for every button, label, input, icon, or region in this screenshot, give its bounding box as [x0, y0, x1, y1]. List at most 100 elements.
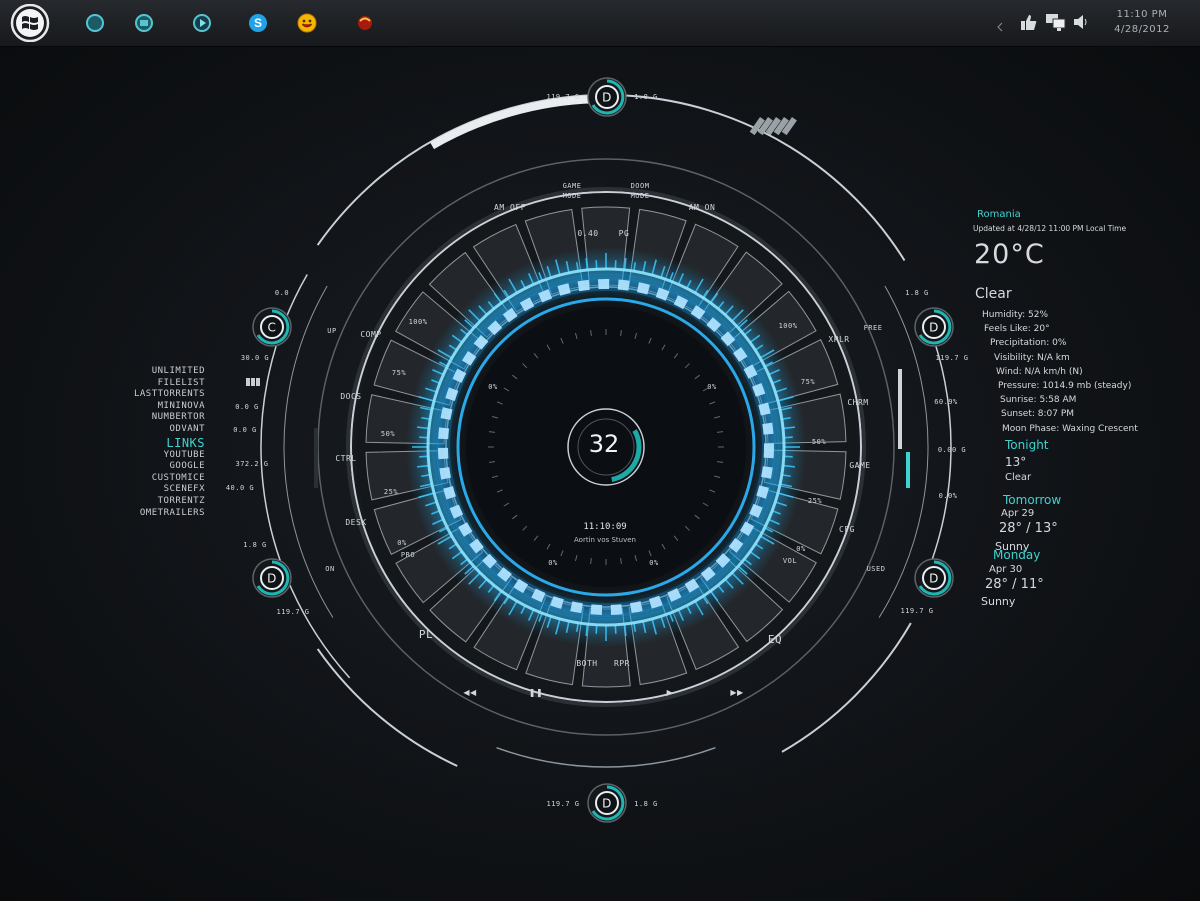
thumbs-up-icon[interactable]: [1019, 13, 1037, 31]
weather-detail: Visibility: N/A km: [994, 352, 1070, 363]
weather-detail: Wind: N/A km/h (N): [996, 366, 1083, 377]
weather-detail: Moon Phase: Waxing Crescent: [1002, 423, 1138, 434]
taskbar-messenger[interactable]: [293, 9, 321, 37]
drive-right2-d[interactable]: [912, 556, 956, 600]
volume-scale-label: 50%: [381, 430, 395, 438]
link-item[interactable]: UNLIMITED: [105, 366, 205, 378]
drive-left-used: 0.0: [275, 289, 289, 297]
volume-scale-label: 75%: [801, 378, 815, 386]
equalizer-button-label[interactable]: EQ: [768, 633, 782, 646]
volume-icon[interactable]: [1073, 13, 1089, 31]
link-item[interactable]: CUSTOMICE: [105, 473, 205, 485]
inner-percent-label: 0%: [707, 383, 717, 391]
drive-bottom-free: 119.7 G: [546, 800, 579, 808]
link-item[interactable]: ODVANT: [105, 424, 205, 436]
link-item[interactable]: LASTTORRENTS: [105, 389, 205, 401]
mode-button-label[interactable]: DOOM: [631, 182, 650, 190]
weather-detail: Feels Like: 20°: [984, 324, 1050, 335]
inner-percent-label: 0%: [488, 383, 498, 391]
link-item[interactable]: GOOGLE: [105, 461, 205, 473]
weather-detail: Humidity: 52%: [982, 310, 1049, 320]
media-fast-forward-icon: ▶▶: [730, 688, 744, 697]
weather-condition: Clear: [975, 286, 1012, 302]
link-item[interactable]: NUMBERTOR: [105, 412, 205, 424]
volume-scale-label: 50%: [812, 438, 826, 446]
bottom-readout-right: RPR: [614, 659, 630, 668]
mode-button-label[interactable]: AM OFF: [494, 203, 526, 212]
tomorrow-temp: 28° / 13°: [999, 521, 1058, 536]
left-stat: 372.2 G: [235, 460, 268, 468]
volume-scale-label: 75%: [392, 369, 406, 377]
drive-top-free: 119.7 G: [546, 93, 579, 101]
left-stat: 40.0 G: [226, 484, 254, 492]
left-level-bar: [314, 428, 318, 488]
drive-bottom[interactable]: [585, 781, 629, 825]
processor-label: PRO: [401, 551, 415, 559]
deco-bar: [246, 378, 250, 386]
shortcut-button-label[interactable]: CHRM: [847, 398, 868, 407]
shortcut-button-label[interactable]: GAME: [849, 461, 870, 470]
volume-scale-label: 25%: [384, 488, 398, 496]
shortcut-button-label[interactable]: DOCS: [340, 392, 361, 401]
side-label-free: FREE: [864, 324, 883, 332]
volume-label: VOL: [783, 557, 797, 565]
mode-button-label[interactable]: GAME: [563, 182, 582, 190]
weather-location[interactable]: Romania: [977, 209, 1021, 220]
network-icon[interactable]: [1045, 12, 1067, 32]
outer-arc-highlight: [430, 95, 594, 150]
drive-left2-used: 1.8 G: [243, 541, 267, 549]
shortcut-button-label[interactable]: CTRL: [335, 454, 356, 463]
drive-left2-free: 119.7 G: [276, 608, 309, 616]
tonight-temp: 13°: [1005, 455, 1027, 469]
start-button[interactable]: [9, 3, 51, 43]
side-label-up: UP: [327, 327, 336, 335]
tonight-label: Tonight: [1005, 438, 1049, 452]
shortcut-button-label[interactable]: CFG: [839, 525, 855, 534]
taskbar-app-circle-1[interactable]: [81, 9, 109, 37]
drive-right-d[interactable]: [912, 305, 956, 349]
link-item[interactable]: FILELIST: [105, 378, 205, 390]
link-item[interactable]: MININOVA: [105, 401, 205, 413]
side-label-used: USED: [867, 565, 886, 573]
taskbar-media-player[interactable]: [188, 9, 216, 37]
monday-date: Apr 30: [989, 564, 1023, 575]
link-item[interactable]: TORRENTZ: [105, 496, 205, 508]
inner-percent-label: 0%: [548, 559, 558, 567]
link-item[interactable]: YOUTUBE: [105, 450, 205, 462]
playlist-button-label[interactable]: PL: [419, 628, 433, 641]
clock[interactable]: 11:10 PM 4/28/2012: [1100, 7, 1184, 37]
weather-detail: Sunrise: 5:58 AM: [1000, 395, 1077, 406]
play-icon: [193, 14, 211, 32]
media-play-icon: ▶: [667, 688, 674, 697]
windows-logo-icon: [10, 3, 50, 43]
weather-detail: Pressure: 1014.9 mb (steady): [998, 381, 1132, 392]
media-pause-icon: ❚❚: [529, 688, 543, 697]
mode-button-label[interactable]: MODE: [631, 192, 650, 200]
outer-arc-bottom-right: [781, 622, 912, 753]
tray-arrow-icon[interactable]: [997, 17, 1003, 32]
taskbar-app-red[interactable]: [351, 9, 379, 37]
right-stat: 60.9%: [934, 398, 958, 406]
shortcut-button-label[interactable]: XPLR: [828, 335, 849, 344]
links-panel: UNLIMITED FILELIST LASTTORRENTS MININOVA…: [105, 366, 205, 519]
taskbar: S 11:10 PM 4/28/2012: [0, 0, 1200, 47]
link-item[interactable]: OMETRAILERS: [105, 508, 205, 520]
clock-time: 11:10 PM: [1116, 9, 1168, 20]
taskbar-app-circle-2[interactable]: [130, 9, 158, 37]
mode-button-label[interactable]: AM ON: [689, 203, 716, 212]
shortcut-button-label[interactable]: COMP: [360, 330, 381, 339]
tomorrow-label: Tomorrow: [1003, 493, 1062, 507]
drive-left-d[interactable]: [250, 556, 294, 600]
shortcut-button-label[interactable]: DESK: [345, 518, 366, 527]
drive-top[interactable]: [585, 75, 629, 119]
volume-scale-label: 25%: [808, 497, 822, 505]
left-stat: 0.0 G: [235, 403, 259, 411]
link-item[interactable]: SCENEFX: [105, 484, 205, 496]
center-value: 32: [588, 430, 620, 458]
weather-temperature: 20°C: [974, 239, 1045, 270]
mode-button-label[interactable]: MODE: [563, 192, 582, 200]
taskbar-skype[interactable]: S: [244, 9, 272, 37]
drive-arc-bottom: [496, 746, 716, 768]
drive-left-c[interactable]: [250, 305, 294, 349]
top-readout-right: PG: [619, 229, 630, 238]
